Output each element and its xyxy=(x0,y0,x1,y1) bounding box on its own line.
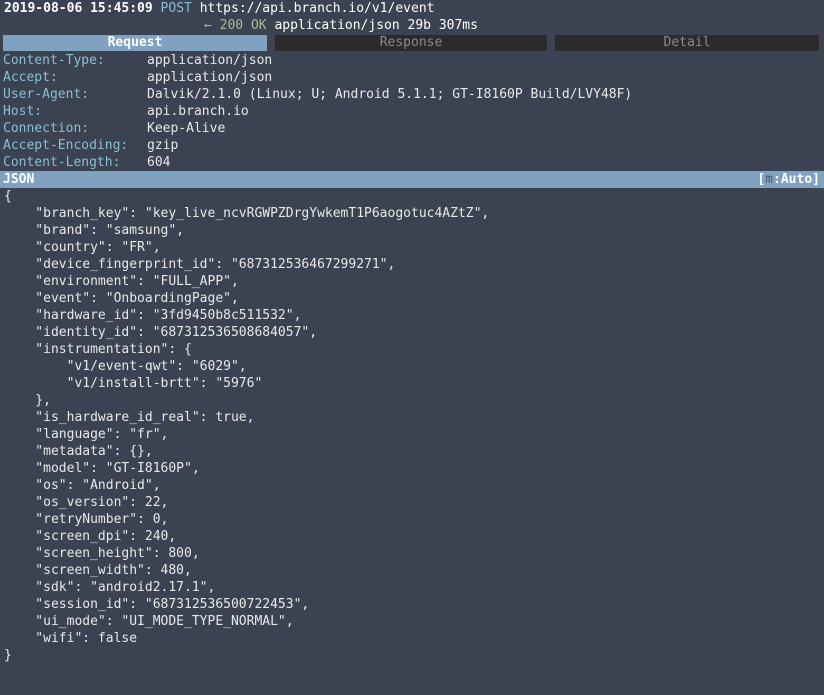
json-line: "screen_height": 800, xyxy=(4,546,200,561)
json-line: "metadata": {}, xyxy=(4,444,153,459)
header-row: User-Agent: Dalvik/2.1.0 (Linux; U; Andro… xyxy=(0,86,824,103)
request-timestamp: 2019-08-06 15:45:09 xyxy=(4,1,153,16)
header-row: Content-Length: 604 xyxy=(0,154,824,171)
json-line: "screen_dpi": 240, xyxy=(4,529,177,544)
json-line: "ui_mode": "UI_MODE_TYPE_NORMAL", xyxy=(4,614,294,629)
json-line: "v1/event-qwt": "6029", xyxy=(4,359,247,374)
header-value: application/json xyxy=(147,70,273,85)
tab-bar: Request Response Detail xyxy=(0,35,824,52)
json-line: "screen_width": 480, xyxy=(4,563,192,578)
json-line: "hardware_id": "3fd9450b8c511532", xyxy=(4,308,302,323)
header-row: Host: api.branch.io xyxy=(0,103,824,120)
header-key: Accept: xyxy=(3,70,58,85)
json-line: }, xyxy=(4,393,51,408)
json-line: } xyxy=(4,648,12,663)
json-line: "device_fingerprint_id": "68731253646729… xyxy=(4,257,396,272)
header-key: Host: xyxy=(3,104,43,119)
body-format-title: JSON xyxy=(3,172,35,187)
json-line: "branch_key": "key_live_ncvRGWPZDrgYwkem… xyxy=(4,206,490,221)
json-line: { xyxy=(4,189,12,204)
header-key: User-Agent: xyxy=(3,87,90,102)
response-status: ← 200 OK xyxy=(204,18,267,33)
response-line: ← 200 OK application/json 29b 307ms xyxy=(0,17,824,34)
json-line: "is_hardware_id_real": true, xyxy=(4,410,255,425)
json-line: "identity_id": "687312536508684057", xyxy=(4,325,318,340)
tab-response[interactable]: Response xyxy=(275,35,547,51)
header-value: api.branch.io xyxy=(147,104,249,119)
body-section-bar: JSON [m:Auto] xyxy=(0,171,824,188)
json-body: { "branch_key": "key_live_ncvRGWPZDrgYwk… xyxy=(0,188,824,664)
json-line: "os": "Android", xyxy=(4,478,161,493)
json-line: "v1/install-brtt": "5976" xyxy=(4,376,263,391)
header-key: Accept-Encoding: xyxy=(3,138,129,153)
json-line: "model": "GT-I8160P", xyxy=(4,461,200,476)
json-line: "brand": "samsung", xyxy=(4,223,185,238)
header-value: gzip xyxy=(147,138,179,153)
header-key: Content-Type: xyxy=(3,53,105,68)
json-line: "retryNumber": 0, xyxy=(4,512,169,527)
request-line: 2019-08-06 15:45:09 POST https://api.bra… xyxy=(0,0,824,17)
header-key: Connection: xyxy=(3,121,90,136)
response-meta: application/json 29b 307ms xyxy=(274,18,478,33)
request-method: POST xyxy=(160,1,192,16)
json-line: "session_id": "687312536500722453", xyxy=(4,597,310,612)
header-row: Connection: Keep-Alive xyxy=(0,120,824,137)
header-value: Dalvik/2.1.0 (Linux; U; Android 5.1.1; G… xyxy=(147,87,633,102)
header-value: application/json xyxy=(147,53,273,68)
json-line: "sdk": "android2.17.1", xyxy=(4,580,216,595)
flow-summary[interactable]: 2019-08-06 15:45:09 POST https://api.bra… xyxy=(0,0,824,34)
json-line: "language": "fr", xyxy=(4,427,169,442)
tab-request[interactable]: Request xyxy=(3,35,267,51)
header-value: 604 xyxy=(147,155,171,170)
header-row: Accept-Encoding: gzip xyxy=(0,137,824,154)
view-mode-key: m xyxy=(765,172,774,187)
header-value: Keep-Alive xyxy=(147,121,226,136)
json-line: "environment": "FULL_APP", xyxy=(4,274,239,289)
view-mode-label: :Auto] xyxy=(773,172,820,187)
view-mode-indicator[interactable]: [m:Auto] xyxy=(757,171,820,188)
header-row: Accept: application/json xyxy=(0,69,824,86)
json-line: "instrumentation": { xyxy=(4,342,192,357)
header-key: Content-Length: xyxy=(3,155,121,170)
json-line: "os_version": 22, xyxy=(4,495,169,510)
tab-detail[interactable]: Detail xyxy=(555,35,819,51)
json-line: "event": "OnboardingPage", xyxy=(4,291,239,306)
json-line: "wifi": false xyxy=(4,631,138,646)
json-line: "country": "FR", xyxy=(4,240,161,255)
header-row: Content-Type: application/json xyxy=(0,52,824,69)
request-headers: Content-Type: application/json Accept: app… xyxy=(0,52,824,171)
request-url: https://api.branch.io/v1/event xyxy=(199,1,435,16)
